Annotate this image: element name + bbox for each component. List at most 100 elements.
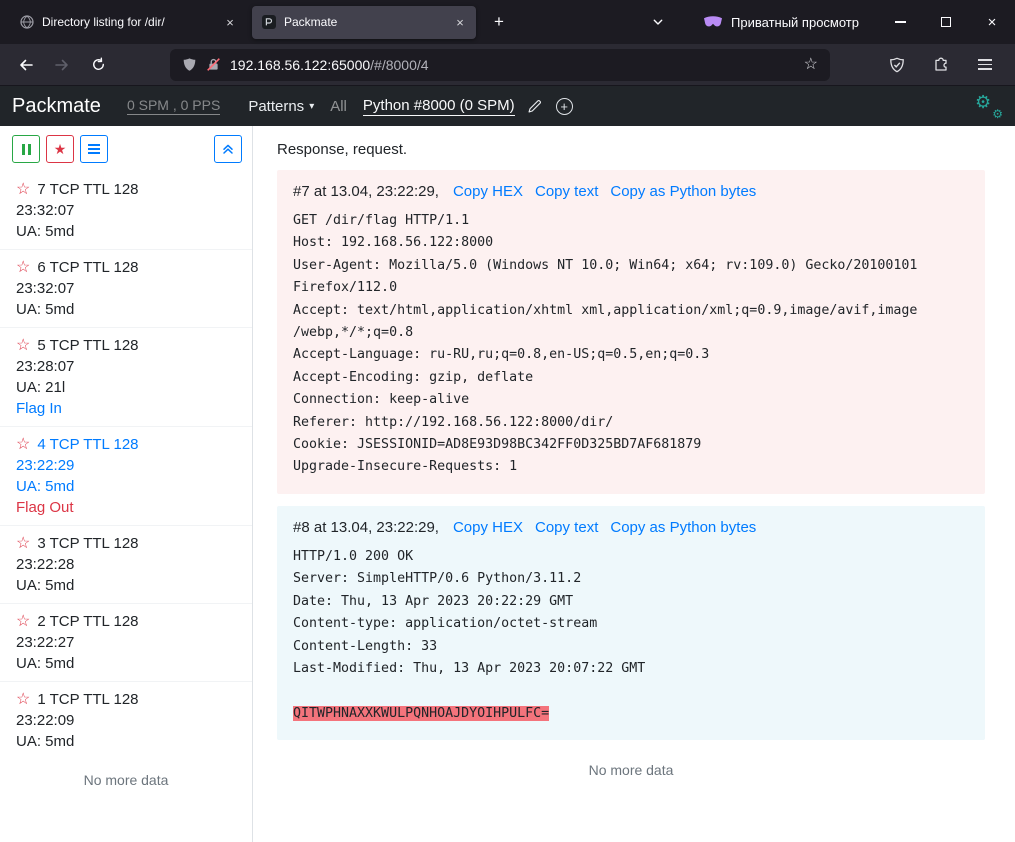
tab-packmate[interactable]: Packmate × xyxy=(252,6,476,39)
browser-toolbar: 192.168.56.122:65000/#/8000/4 ☆ xyxy=(0,44,1015,86)
flag-match-highlight: QITWPHNAXXKWULPQNHOAJDYOIHPULFC= xyxy=(293,706,549,721)
packet-request-7: #7 at 13.04, 23:22:29, Copy HEX Copy tex… xyxy=(277,170,985,494)
stream-title: 1 TCP TTL 128 xyxy=(37,689,138,710)
url-bar[interactable]: 192.168.56.122:65000/#/8000/4 ☆ xyxy=(170,49,830,81)
minimize-button[interactable] xyxy=(877,0,923,44)
add-service-button[interactable]: + xyxy=(556,98,573,115)
extensions-button[interactable] xyxy=(925,49,957,81)
stream-title: 7 TCP TTL 128 xyxy=(37,179,138,200)
flag-in-badge[interactable]: Flag In xyxy=(16,398,244,419)
star-outline-icon[interactable]: ☆ xyxy=(16,260,30,276)
stream-item-7[interactable]: ☆ 7 TCP TTL 128 23:32:07 UA: 5md xyxy=(0,172,252,249)
edit-service-button[interactable] xyxy=(527,99,542,114)
maximize-icon xyxy=(941,17,951,27)
puzzle-icon xyxy=(933,57,949,73)
reload-icon xyxy=(91,57,106,72)
caret-down-icon: ▾ xyxy=(309,101,314,112)
stream-time: 23:32:07 xyxy=(16,200,244,221)
bookmark-star-icon[interactable]: ☆ xyxy=(804,57,818,73)
copy-hex-link[interactable]: Copy HEX xyxy=(453,183,523,200)
star-outline-icon[interactable]: ☆ xyxy=(16,182,30,198)
copy-python-bytes-link[interactable]: Copy as Python bytes xyxy=(610,183,756,200)
tab-close-icon[interactable]: × xyxy=(450,12,470,32)
list-all-tabs-chevron-icon[interactable] xyxy=(643,7,673,37)
pause-icon xyxy=(22,144,31,155)
stream-time: 23:22:27 xyxy=(16,632,244,653)
packet-content: GET /dir/flag HTTP/1.1 Host: 192.168.56.… xyxy=(293,210,969,479)
stream-item-4-selected[interactable]: ☆4 TCP TTL 128 23:22:29 UA: 5md Flag Out xyxy=(0,426,252,525)
app-body: ★ ☆ 7 TCP TTL 128 23:32:07 UA: 5md ☆6 TCP… xyxy=(0,126,1015,842)
stream-ua: UA: 5md xyxy=(16,299,244,320)
tab-close-icon[interactable]: × xyxy=(220,12,240,32)
star-outline-icon[interactable]: ☆ xyxy=(16,614,30,630)
stream-time: 23:28:07 xyxy=(16,356,244,377)
tab-title: Directory listing for /dir/ xyxy=(42,15,213,29)
app-brand[interactable]: Packmate xyxy=(12,95,101,118)
gear-icon: ⚙ xyxy=(975,93,991,111)
star-outline-icon[interactable]: ☆ xyxy=(16,536,30,552)
tracking-protection-shield-icon[interactable] xyxy=(182,57,197,72)
stream-ua: UA: 5md xyxy=(16,731,244,752)
tab-directory-listing[interactable]: Directory listing for /dir/ × xyxy=(10,6,246,39)
favorites-filter-button[interactable]: ★ xyxy=(46,135,74,163)
sidebar-no-more-data: No more data xyxy=(0,772,252,788)
back-button[interactable] xyxy=(10,49,42,81)
shield-check-extension-button[interactable] xyxy=(881,49,913,81)
flag-out-badge[interactable]: Flag Out xyxy=(16,497,244,518)
stream-time: 23:22:28 xyxy=(16,554,244,575)
stream-item-5[interactable]: ☆5 TCP TTL 128 23:28:07 UA: 21l Flag In xyxy=(0,327,252,426)
packet-header: #7 at 13.04, 23:22:29, Copy HEX Copy tex… xyxy=(293,183,969,200)
sidebar-toolbar: ★ xyxy=(0,135,252,163)
stream-ua: UA: 5md xyxy=(16,653,244,674)
new-tab-button[interactable]: + xyxy=(484,7,514,37)
scroll-to-top-button[interactable] xyxy=(214,135,242,163)
star-outline-icon[interactable]: ☆ xyxy=(16,437,30,453)
back-arrow-icon xyxy=(18,57,34,73)
packmate-favicon-icon xyxy=(261,14,277,30)
copy-python-bytes-link[interactable]: Copy as Python bytes xyxy=(610,519,756,536)
stream-list: ☆ 7 TCP TTL 128 23:32:07 UA: 5md ☆6 TCP T… xyxy=(0,172,252,788)
traffic-stats: 0 SPM , 0 PPS xyxy=(127,97,220,115)
list-view-button[interactable] xyxy=(80,135,108,163)
star-outline-icon[interactable]: ☆ xyxy=(16,692,30,708)
forward-button[interactable] xyxy=(46,49,78,81)
stream-description: Response, request. xyxy=(277,141,985,158)
stream-time: 23:22:09 xyxy=(16,710,244,731)
stream-item-6[interactable]: ☆6 TCP TTL 128 23:32:07 UA: 5md xyxy=(0,249,252,327)
service-all-link[interactable]: All xyxy=(330,98,347,115)
stream-title: 3 TCP TTL 128 xyxy=(37,533,138,554)
private-mask-icon xyxy=(703,16,723,28)
settings-gears-icon[interactable]: ⚙ ⚙ xyxy=(975,93,1003,119)
pause-capture-button[interactable] xyxy=(12,135,40,163)
stream-item-3[interactable]: ☆ 3 TCP TTL 128 23:22:28 UA: 5md xyxy=(0,525,252,603)
copy-text-link[interactable]: Copy text xyxy=(535,183,598,200)
stream-time: 23:32:07 xyxy=(16,278,244,299)
close-button[interactable]: × xyxy=(969,0,1015,44)
stream-time: 23:22:29 xyxy=(16,455,244,476)
shield-check-icon xyxy=(889,57,905,73)
active-service-link[interactable]: Python #8000 (0 SPM) xyxy=(363,97,515,116)
forward-arrow-icon xyxy=(54,57,70,73)
toolbar-right-icons xyxy=(881,49,1005,81)
reload-button[interactable] xyxy=(82,49,114,81)
stream-ua: UA: 5md xyxy=(16,575,244,596)
tab-title: Packmate xyxy=(284,15,443,29)
url-text[interactable]: 192.168.56.122:65000/#/8000/4 xyxy=(230,57,795,73)
pencil-icon xyxy=(527,99,542,114)
hamburger-icon xyxy=(978,59,992,70)
menu-button[interactable] xyxy=(969,49,1001,81)
stream-ua: UA: 5md xyxy=(16,221,244,242)
stream-title: 5 TCP TTL 128 xyxy=(37,335,138,356)
insecure-lock-icon[interactable] xyxy=(206,57,221,72)
star-outline-icon[interactable]: ☆ xyxy=(16,338,30,354)
stream-item-1[interactable]: ☆ 1 TCP TTL 128 23:22:09 UA: 5md xyxy=(0,681,252,759)
copy-text-link[interactable]: Copy text xyxy=(535,519,598,536)
main-no-more-data: No more data xyxy=(277,762,985,778)
double-chevron-up-icon xyxy=(222,143,234,155)
packet-text: HTTP/1.0 200 OK Server: SimpleHTTP/0.6 P… xyxy=(293,549,645,676)
patterns-dropdown[interactable]: Patterns▾ xyxy=(248,98,314,115)
stream-item-2[interactable]: ☆2 TCP TTL 128 23:22:27 UA: 5md xyxy=(0,603,252,681)
copy-hex-link[interactable]: Copy HEX xyxy=(453,519,523,536)
maximize-button[interactable] xyxy=(923,0,969,44)
private-browsing-label: Приватный просмотр xyxy=(731,15,859,30)
